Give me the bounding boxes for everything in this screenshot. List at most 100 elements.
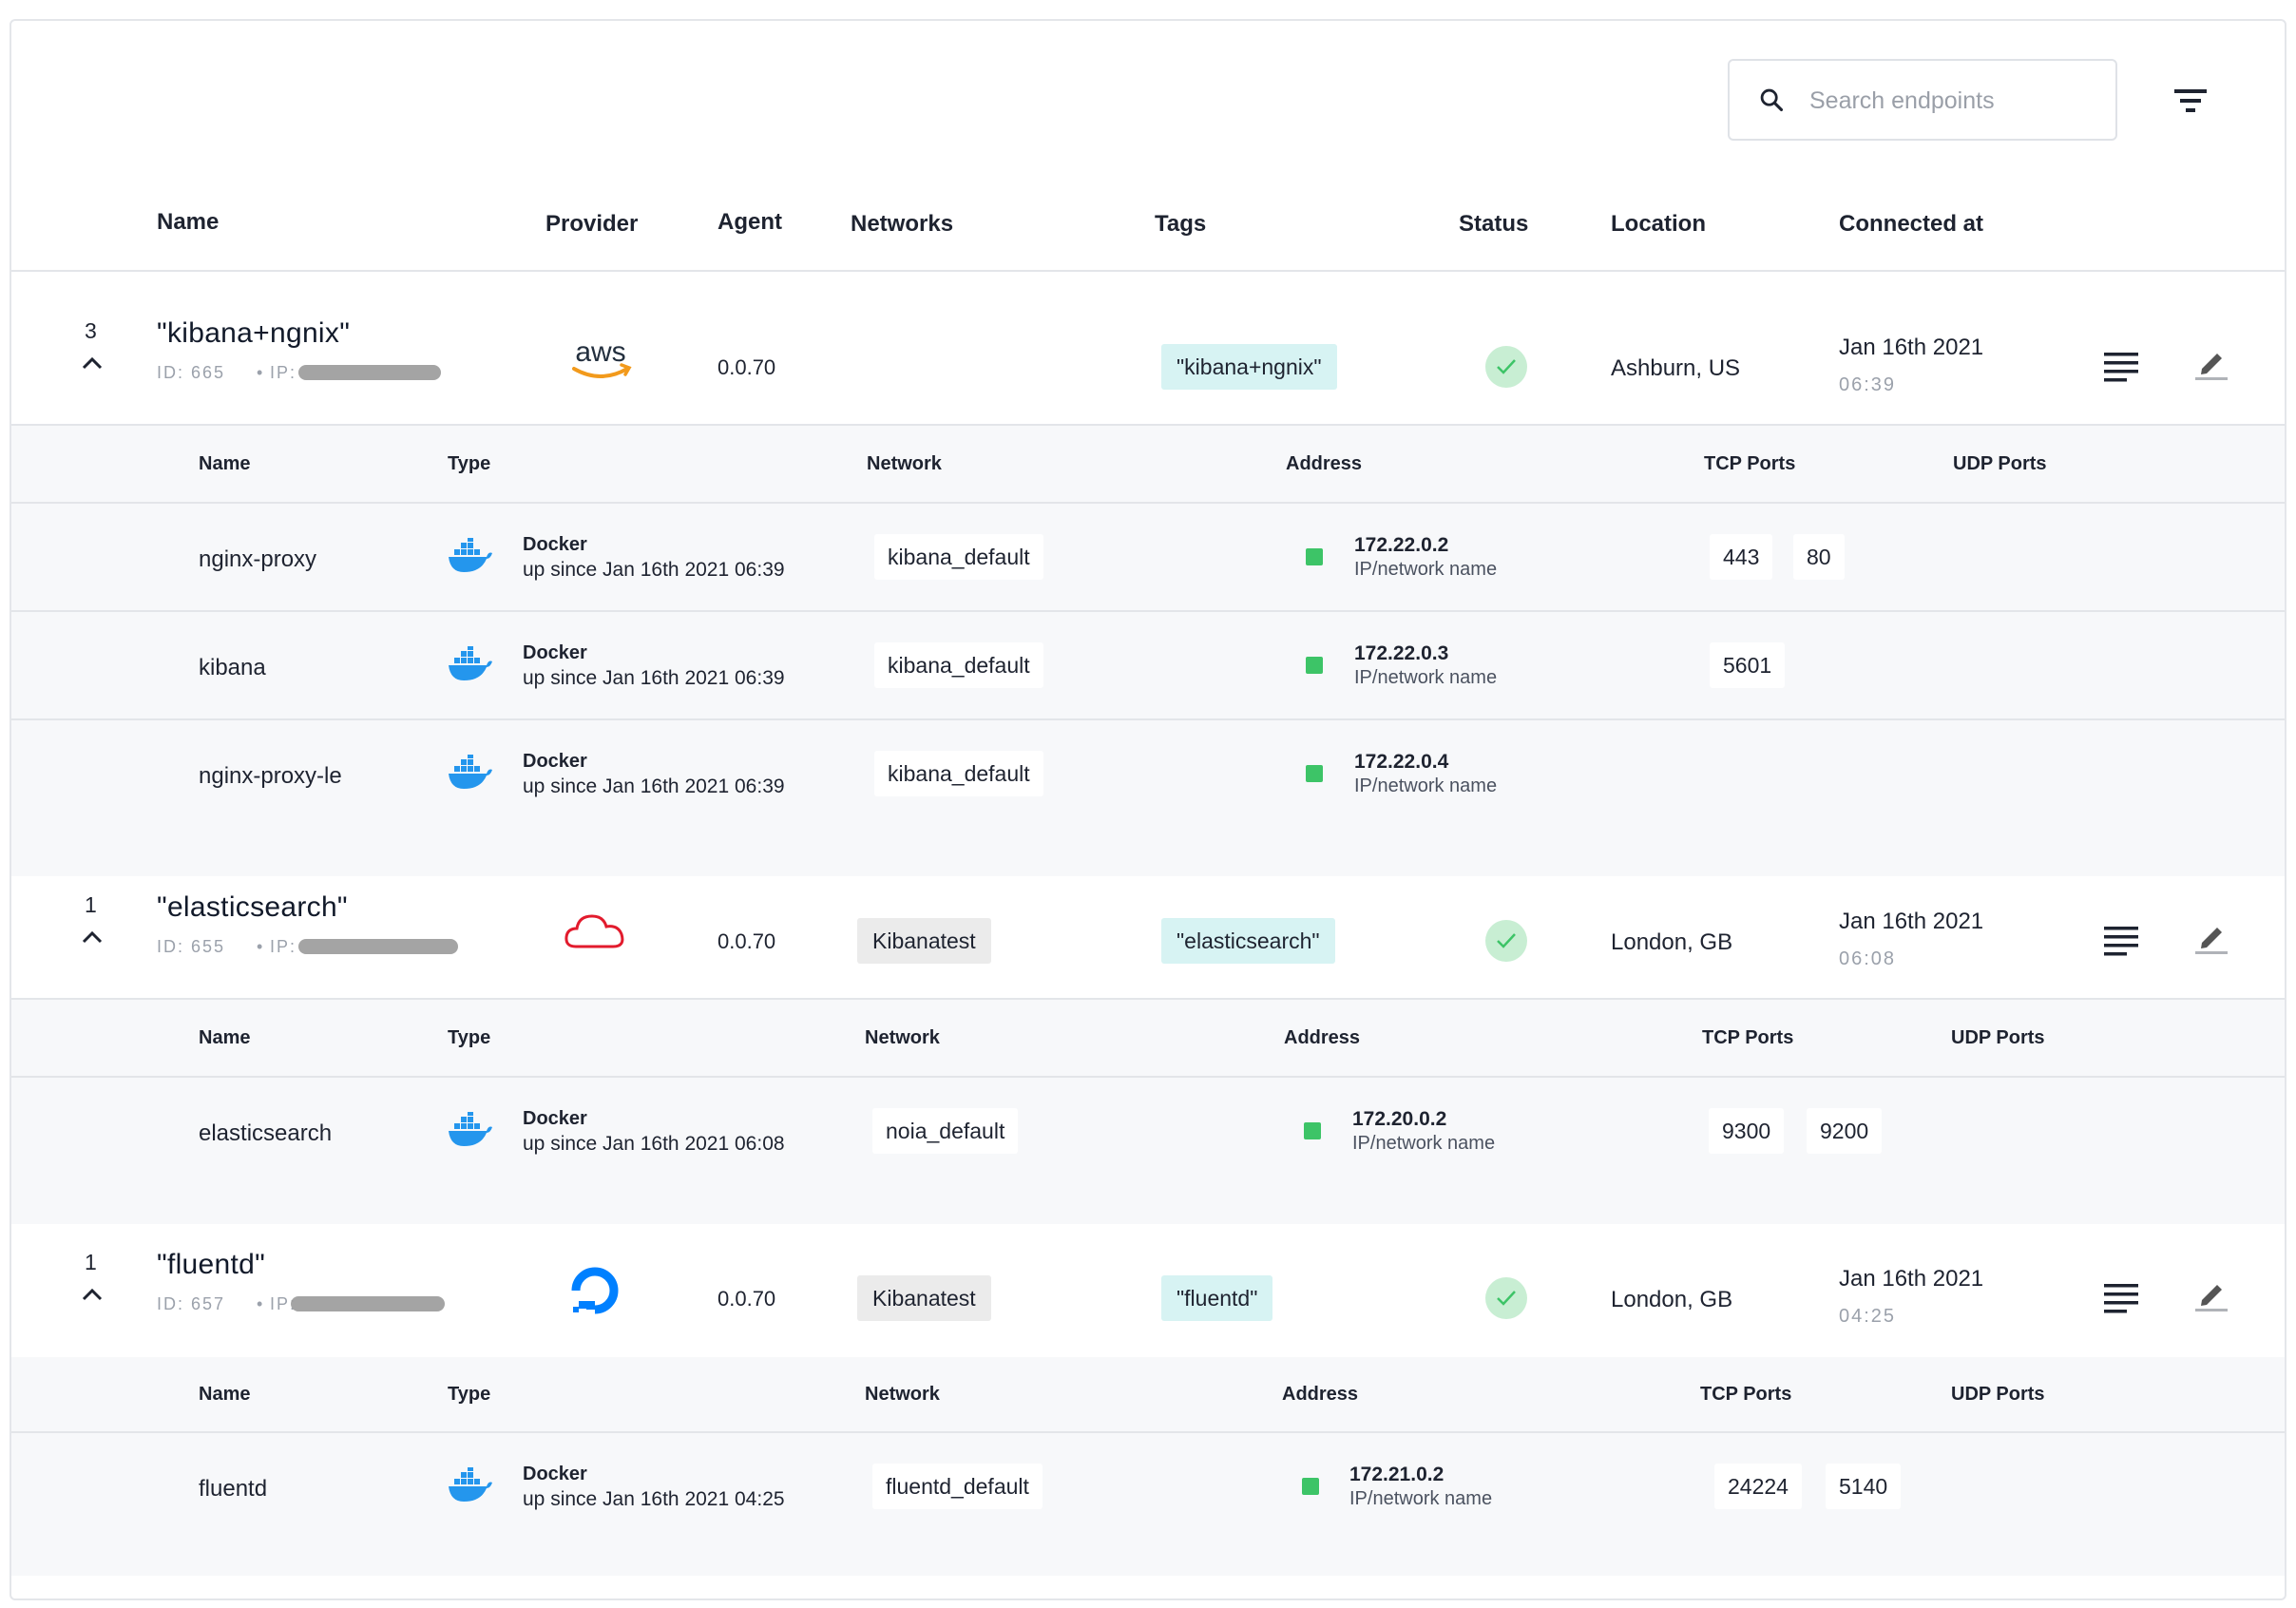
container-address: 172.22.0.3 (1354, 642, 1449, 664)
sub-header-address: Address (1286, 453, 1363, 474)
sub-header-type: Type (448, 1027, 491, 1048)
sub-header-type: Type (448, 1384, 491, 1405)
logs-icon[interactable] (2102, 348, 2140, 386)
container-count: 1 (85, 892, 97, 917)
tcp-port: 80 (1793, 534, 1845, 580)
connected-date: Jan 16th 2021 (1839, 335, 1984, 360)
sub-header-network: Network (865, 1384, 940, 1405)
edit-icon[interactable] (2192, 918, 2230, 956)
docker-icon (449, 1467, 492, 1502)
address-status-indicator (1302, 1478, 1319, 1495)
chevron-up-icon[interactable] (82, 1288, 103, 1301)
sub-header-tcp: TCP Ports (1702, 1027, 1794, 1048)
sub-header-name: Name (199, 1384, 251, 1405)
agent-version: 0.0.70 (718, 1287, 776, 1311)
container-name: elasticsearch (199, 1120, 333, 1146)
container-uptime: up since Jan 16th 2021 04:25 (523, 1488, 785, 1510)
container-network: kibana_default (874, 642, 1043, 688)
svg-text:aws: aws (575, 336, 625, 368)
endpoint-tag[interactable]: "kibana+ngnix" (1161, 344, 1337, 390)
container-address: 172.22.0.2 (1354, 534, 1449, 556)
col-header-provider[interactable]: Provider (545, 211, 638, 238)
container-count: 3 (85, 318, 97, 343)
container-uptime: up since Jan 16th 2021 06:08 (523, 1133, 785, 1155)
docker-icon (449, 755, 492, 789)
col-header-connected-at[interactable]: Connected at (1839, 211, 1983, 238)
status-badge (1485, 1277, 1527, 1319)
address-status-indicator (1306, 548, 1323, 565)
docker-icon (449, 646, 492, 680)
chevron-up-icon[interactable] (82, 356, 103, 370)
digitalocean-logo-icon (571, 1267, 619, 1314)
col-header-name[interactable]: Name (157, 209, 219, 236)
address-status-indicator (1304, 1122, 1321, 1139)
check-icon (1497, 1291, 1516, 1306)
endpoint-tag[interactable]: "elasticsearch" (1161, 918, 1335, 964)
container-type: Docker (523, 1108, 587, 1129)
address-caption: IP/network name (1354, 775, 1498, 796)
sub-header-tcp: TCP Ports (1700, 1384, 1792, 1405)
tcp-port: 5140 (1826, 1464, 1902, 1509)
container-name: fluentd (199, 1476, 268, 1502)
agent-version: 0.0.70 (718, 929, 776, 953)
endpoint-name[interactable]: "kibana+ngnix" (157, 317, 350, 350)
col-header-location[interactable]: Location (1611, 211, 1706, 238)
endpoint-network[interactable]: Kibanatest (857, 918, 991, 964)
sub-header-network: Network (867, 453, 942, 474)
container-name: nginx-proxy-le (199, 763, 342, 789)
check-icon (1497, 933, 1516, 948)
docker-icon (449, 1112, 492, 1146)
ip-redaction-mask (298, 939, 458, 954)
col-header-agent[interactable]: Agent (718, 209, 782, 236)
container-network: fluentd_default (872, 1464, 1043, 1509)
chevron-up-icon[interactable] (82, 930, 103, 944)
edit-icon[interactable] (2192, 344, 2230, 382)
endpoint-name[interactable]: "elasticsearch" (157, 891, 348, 924)
col-header-networks[interactable]: Networks (851, 211, 953, 238)
endpoint-id: ID: 655 (157, 937, 226, 956)
sub-header-udp: UDP Ports (1951, 1027, 2045, 1048)
container-name: nginx-proxy (199, 546, 317, 572)
meta-dot: • (257, 1294, 265, 1313)
logs-icon[interactable] (2102, 1279, 2140, 1317)
sub-header-address: Address (1284, 1027, 1361, 1048)
containers-panel (11, 1357, 2285, 1576)
endpoint-name[interactable]: "fluentd" (157, 1249, 265, 1281)
header-divider (11, 270, 2285, 272)
filter-icon[interactable] (2169, 84, 2212, 118)
sub-header-type: Type (448, 453, 491, 474)
sub-header-name: Name (199, 1027, 251, 1048)
sub-header-name: Name (199, 453, 251, 474)
container-address: 172.21.0.2 (1349, 1464, 1445, 1485)
edit-icon[interactable] (2192, 1275, 2230, 1313)
ip-redaction-mask (291, 1296, 445, 1311)
tcp-port: 9300 (1709, 1108, 1785, 1154)
container-address: 172.22.0.4 (1354, 751, 1449, 773)
search-input[interactable] (1809, 80, 2095, 122)
sub-header-udp: UDP Ports (1953, 453, 2047, 474)
search-icon (1760, 88, 1784, 112)
col-header-tags[interactable]: Tags (1155, 211, 1206, 238)
search-box[interactable] (1728, 59, 2117, 141)
connected-time: 06:08 (1839, 948, 1897, 969)
address-caption: IP/network name (1354, 559, 1498, 580)
endpoint-tag[interactable]: "fluentd" (1161, 1275, 1273, 1321)
meta-dot: • (257, 937, 265, 956)
container-network: kibana_default (874, 534, 1043, 580)
ip-redaction-mask (298, 365, 441, 380)
tcp-port: 443 (1710, 534, 1773, 580)
logs-icon[interactable] (2102, 922, 2140, 960)
container-type: Docker (523, 534, 587, 555)
endpoint-network[interactable]: Kibanatest (857, 1275, 991, 1321)
sub-header-udp: UDP Ports (1951, 1384, 2045, 1405)
container-uptime: up since Jan 16th 2021 06:39 (523, 667, 785, 689)
connected-date: Jan 16th 2021 (1839, 909, 1984, 934)
cloud-icon (564, 914, 624, 948)
col-header-status[interactable]: Status (1459, 211, 1528, 238)
docker-icon (449, 538, 492, 572)
status-badge (1485, 920, 1527, 962)
containers-panel (11, 998, 2285, 1224)
tcp-port: 9200 (1807, 1108, 1883, 1154)
endpoint-ip-label: IP: (270, 937, 297, 956)
sub-header-address: Address (1282, 1384, 1359, 1405)
